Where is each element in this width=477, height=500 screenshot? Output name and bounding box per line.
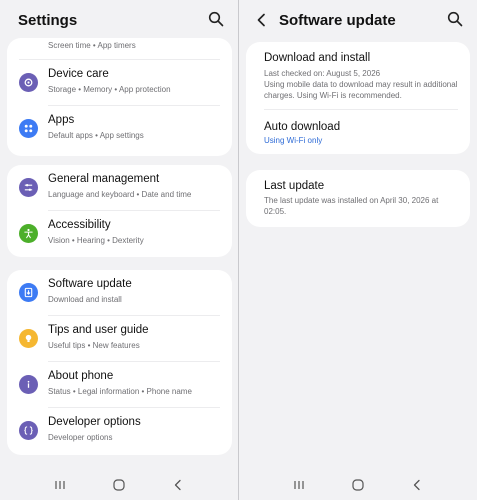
settings-item-developer-options[interactable]: Developer options Developer options xyxy=(7,408,232,454)
settings-item-general-management[interactable]: General management Language and keyboard… xyxy=(7,165,232,211)
settings-item-title: Device care xyxy=(48,68,109,80)
apps-icon xyxy=(19,119,38,138)
accessibility-icon xyxy=(19,224,38,243)
settings-item-title: About phone xyxy=(48,370,114,382)
download-and-install-item[interactable]: Download and install Last checked on: Au… xyxy=(246,42,470,110)
software-update-icon xyxy=(19,283,38,302)
settings-card-device: Screen time • App timers Device care Sto… xyxy=(7,38,232,156)
update-card: Download and install Last checked on: Au… xyxy=(246,42,470,154)
settings-item-subtitle: Storage • Memory • App protection xyxy=(48,85,171,94)
list-item-partial[interactable]: Screen time • App timers xyxy=(7,38,232,60)
last-update-item[interactable]: Last update The last update was installe… xyxy=(246,170,470,227)
search-icon[interactable] xyxy=(208,11,224,27)
settings-item-subtitle: Vision • Hearing • Dexterity xyxy=(48,236,144,245)
settings-item-subtitle: Developer options xyxy=(48,433,113,442)
settings-item-subtitle: Useful tips • New features xyxy=(48,341,140,350)
software-update-header: Software update xyxy=(239,0,477,40)
page-title: Settings xyxy=(18,12,78,29)
developer-options-icon xyxy=(19,421,38,440)
auto-download-title: Auto download xyxy=(264,121,341,133)
settings-pane: Settings Screen time • App timers Device… xyxy=(0,0,238,500)
back-nav-icon[interactable] xyxy=(169,476,187,494)
back-arrow-icon[interactable] xyxy=(253,11,271,29)
settings-item-tips[interactable]: Tips and user guide Useful tips • New fe… xyxy=(7,316,232,362)
download-title: Download and install xyxy=(264,52,371,64)
settings-item-device-care[interactable]: Device care Storage • Memory • App prote… xyxy=(7,60,232,106)
recents-icon[interactable] xyxy=(51,476,69,494)
settings-item-accessibility[interactable]: Accessibility Vision • Hearing • Dexteri… xyxy=(7,211,232,257)
tips-icon xyxy=(19,329,38,348)
auto-download-value: Using Wi-Fi only xyxy=(264,136,323,145)
settings-item-subtitle: Download and install xyxy=(48,295,122,304)
last-checked-text: Last checked on: August 5, 2026 xyxy=(264,69,381,78)
software-update-pane: Software update Download and install Las… xyxy=(239,0,477,500)
home-icon[interactable] xyxy=(110,476,128,494)
settings-item-subtitle: Status • Legal information • Phone name xyxy=(48,387,192,396)
general-management-icon xyxy=(19,178,38,197)
auto-download-item[interactable]: Auto download Using Wi-Fi only xyxy=(246,110,470,154)
info-icon xyxy=(19,375,38,394)
navigation-bar xyxy=(0,470,238,500)
settings-item-title: Developer options xyxy=(48,416,141,428)
settings-item-software-update[interactable]: Software update Download and install xyxy=(7,270,232,316)
list-item-subtitle: Screen time • App timers xyxy=(48,41,136,50)
settings-item-subtitle: Default apps • App settings xyxy=(48,131,144,140)
settings-item-title: Apps xyxy=(48,114,75,126)
settings-item-title: Tips and user guide xyxy=(48,324,149,336)
device-care-icon xyxy=(19,73,38,92)
home-icon[interactable] xyxy=(349,476,367,494)
navigation-bar xyxy=(239,470,477,500)
settings-card-about: Software update Download and install Tip… xyxy=(7,270,232,455)
settings-item-apps[interactable]: Apps Default apps • App settings xyxy=(7,106,232,152)
last-update-card: Last update The last update was installe… xyxy=(246,170,470,227)
recents-icon[interactable] xyxy=(290,476,308,494)
settings-item-title: Software update xyxy=(48,278,132,290)
settings-item-title: Accessibility xyxy=(48,219,111,231)
settings-card-management: General management Language and keyboard… xyxy=(7,165,232,257)
page-title: Software update xyxy=(279,12,396,29)
search-icon[interactable] xyxy=(447,11,463,27)
last-update-text: The last update was installed on April 3… xyxy=(264,196,439,216)
mobile-data-note: Using mobile data to download may result… xyxy=(264,80,458,100)
settings-item-title: General management xyxy=(48,173,160,185)
settings-header: Settings xyxy=(0,0,238,40)
back-nav-icon[interactable] xyxy=(408,476,426,494)
settings-item-subtitle: Language and keyboard • Date and time xyxy=(48,190,192,199)
last-update-title: Last update xyxy=(264,180,325,192)
settings-item-about-phone[interactable]: About phone Status • Legal information •… xyxy=(7,362,232,408)
